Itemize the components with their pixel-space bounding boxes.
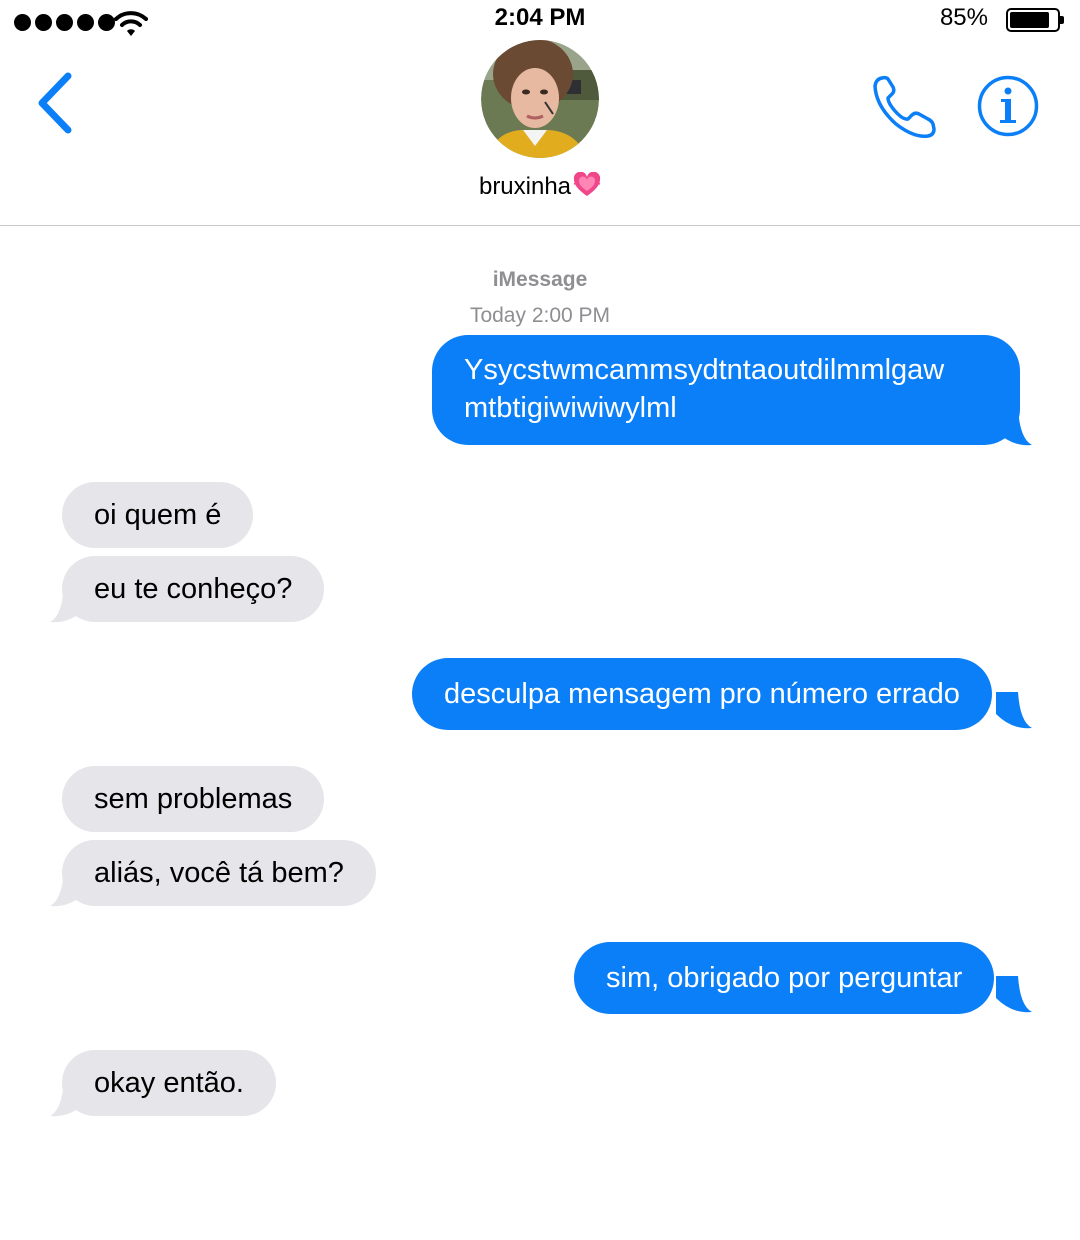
heart-emoji-icon (573, 172, 601, 196)
chevron-left-icon (38, 72, 72, 134)
contact-name[interactable]: bruxinha (0, 172, 1080, 201)
outgoing-message-bubble[interactable]: Ysycstwmcammsydtntaoutdilmmlgaw mtbtigiw… (432, 335, 1020, 445)
conversation-header: bruxinha (0, 40, 1080, 226)
incoming-message-bubble[interactable]: oi quem é (62, 482, 254, 548)
outgoing-message-bubble[interactable]: sim, obrigado por perguntar (574, 942, 995, 1014)
incoming-message-bubble[interactable]: aliás, você tá bem? (62, 840, 376, 906)
conversation-timestamp: Today 2:00 PM (469, 304, 611, 327)
incoming-message-bubble[interactable]: okay então. (62, 1050, 276, 1116)
service-label: iMessage (492, 268, 588, 291)
battery-icon (1006, 8, 1064, 32)
outgoing-bubble-tail (996, 692, 1032, 729)
message-text-line: mtbtigiwiwiwylml (464, 392, 677, 424)
info-icon (977, 75, 1039, 137)
contact-avatar[interactable] (481, 40, 599, 158)
incoming-bubble-tail (50, 870, 86, 907)
call-button[interactable] (870, 74, 940, 140)
message-text: desculpa mensagem pro número errado (444, 678, 960, 710)
incoming-bubble-tail (50, 586, 86, 623)
incoming-message-bubble[interactable]: eu te conheço? (62, 556, 325, 622)
message-text-line: Ysycstwmcammsydtntaoutdilmmlgaw (464, 354, 945, 386)
back-button[interactable] (30, 70, 80, 136)
outgoing-bubble-tail (996, 976, 1032, 1013)
battery-percentage: 85% (939, 4, 988, 31)
message-text: eu te conheço? (94, 573, 293, 605)
incoming-bubble-tail (50, 1080, 86, 1117)
info-button[interactable] (976, 74, 1040, 138)
outgoing-message-bubble[interactable]: desculpa mensagem pro número errado (412, 658, 992, 730)
message-text: aliás, você tá bem? (94, 857, 344, 889)
phone-icon (873, 75, 936, 138)
status-bar: 2:04 PM 85% (0, 0, 1080, 40)
message-text: oi quem é (94, 499, 222, 531)
status-time: 2:04 PM (494, 4, 586, 31)
message-text: sim, obrigado por perguntar (606, 962, 963, 994)
message-text: okay então. (94, 1067, 244, 1099)
incoming-message-bubble[interactable]: sem problemas (62, 766, 325, 832)
outgoing-bubble-tail (996, 409, 1032, 446)
message-text: sem problemas (94, 783, 293, 815)
